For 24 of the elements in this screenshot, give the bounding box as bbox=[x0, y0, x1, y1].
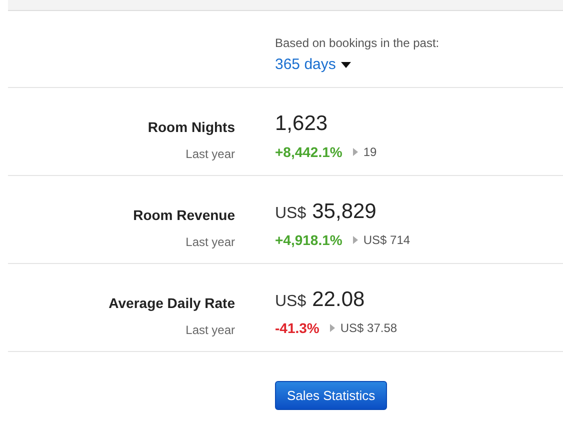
metric-value: 22.08 bbox=[312, 288, 365, 312]
compare-label: Last year bbox=[186, 147, 235, 161]
period-caption: Based on bookings in the past: bbox=[275, 36, 440, 50]
period-dropdown[interactable]: 365 days bbox=[275, 56, 351, 73]
currency-label: US$ bbox=[275, 205, 306, 223]
metric-value: 35,829 bbox=[312, 200, 376, 224]
metric-label: Average Daily Rate bbox=[108, 295, 235, 311]
metric-value: 1,623 bbox=[275, 112, 328, 136]
currency-label: US$ bbox=[275, 293, 306, 311]
sales-statistics-button[interactable]: Sales Statistics bbox=[275, 381, 388, 410]
caret-icon bbox=[340, 62, 351, 68]
change-percent: +4,918.1% bbox=[275, 232, 342, 248]
triangle-icon bbox=[330, 324, 336, 332]
compare-label: Last year bbox=[186, 235, 235, 249]
compare-label: Last year bbox=[186, 323, 235, 337]
previous-value: 19 bbox=[363, 145, 377, 159]
triangle-icon bbox=[353, 236, 358, 244]
metric-label: Room Nights bbox=[148, 119, 235, 135]
previous-value: US$ 37.58 bbox=[340, 321, 398, 335]
triangle-icon bbox=[353, 148, 358, 156]
change-percent: -41.3% bbox=[275, 320, 320, 336]
change-percent: +8,442.1% bbox=[275, 144, 342, 160]
previous-value: US$ 714 bbox=[363, 233, 410, 247]
metric-label: Room Revenue bbox=[133, 207, 235, 223]
